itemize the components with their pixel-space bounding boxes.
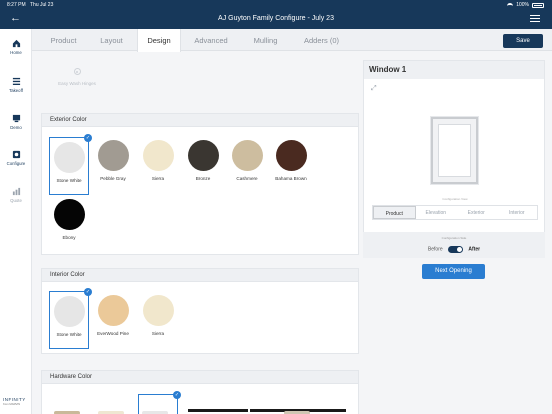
check-icon: ✓ [173,391,181,399]
view-tab-interior[interactable]: Interior [497,206,538,219]
tab-adders[interactable]: Adders (0) [294,29,349,51]
nav-label-takeoff: Takeoff [9,88,23,93]
view-tab-product[interactable]: Product [373,206,416,219]
left-nav: Home Takeoff Demo Configure Quote INFINI… [0,29,32,414]
exterior-swatch-bahama-brown[interactable]: Bahama Brown [271,140,311,181]
view-tab-elevation[interactable]: Elevation [416,206,457,219]
color-dot [142,140,174,171]
tab-bar: Product Layout Design Advanced Mulling A… [32,29,552,52]
status-battery: 100% [507,2,544,8]
section-title: Interior Color [42,269,358,282]
window-preview-panel: Window 1 ⤢ Configuration View Product El… [363,60,545,258]
exterior-swatch-sierra[interactable]: Sierra [138,140,178,181]
after-label: After [468,246,481,253]
section-title: Exterior Color [42,114,358,127]
hardware-color-section: Hardware Color ✓ [41,370,359,414]
hardware-swatch-strip [54,409,354,414]
next-opening-button[interactable]: Next Opening [422,264,485,279]
nav-item-configure[interactable]: Configure [0,150,32,166]
status-bar: 8:27 PM Thu Jul 23 100% [0,2,552,12]
exterior-swatch-ebony[interactable]: Ebony [49,199,89,240]
radio-icon [73,68,81,75]
nav-item-quote[interactable]: Quote [0,187,32,203]
color-dot [142,295,174,326]
nav-item-home[interactable]: Home [0,39,32,55]
status-date: Thu Jul 23 [30,2,54,8]
configuration-side-label: Configuration Side [441,236,467,240]
window-glass [438,124,471,177]
tab-mulling[interactable]: Mulling [243,29,288,51]
tab-advanced[interactable]: Advanced [185,29,237,51]
window-title: Window 1 [364,61,544,79]
interior-color-section: Interior Color Stone White ✓ EverWood Pi… [41,268,359,354]
battery-icon [532,2,544,8]
nav-label-configure: Configure [6,161,26,166]
exterior-swatch-bronze[interactable]: Bronze [183,140,223,181]
top-bar: 8:27 PM Thu Jul 23 100% ← AJ Guyton Fami… [0,0,552,29]
color-dot [97,140,129,171]
configure-icon [12,150,20,159]
menu-icon[interactable] [530,15,540,24]
save-button[interactable]: Save [503,34,543,48]
brand-logo: INFINITY from MARVIN [3,397,26,406]
quote-icon [12,187,20,196]
before-after-toggle[interactable] [448,246,464,253]
status-time: 8:27 PM [7,2,26,8]
interior-swatch-stone-white[interactable]: Stone White ✓ [49,288,92,349]
home-icon [12,39,20,48]
before-after-row: Before After [363,246,545,253]
nav-label-home: Home [10,50,22,55]
color-dot [53,199,85,230]
easy-wash-label: Easy Wash Hinges [58,81,96,86]
view-tabs: Product Elevation Exterior Interior [372,205,538,220]
easy-wash-option[interactable]: Easy Wash Hinges [48,68,106,86]
list-icon [12,77,20,86]
color-dot [53,296,85,327]
exterior-swatch-pebble-gray[interactable]: Pebble Gray [93,140,133,181]
tab-layout[interactable]: Layout [89,29,134,51]
tab-design[interactable]: Design [137,29,181,52]
nav-label-quote: Quote [10,198,22,203]
page-title: AJ Guyton Family Configure - July 23 [218,15,334,22]
view-tab-exterior[interactable]: Exterior [456,206,497,219]
nav-label-demo: Demo [10,125,22,130]
interior-swatch-everwood-pine[interactable]: EverWood Pine [93,295,133,336]
section-title: Hardware Color [42,371,358,384]
color-dot [53,142,85,173]
check-icon: ✓ [84,134,92,142]
configuration-side-bar: Configuration Side Before After [363,232,545,258]
color-dot [97,295,129,326]
demo-icon [12,114,20,123]
wifi-icon [507,2,514,8]
check-icon: ✓ [84,288,92,296]
before-label: Before [427,246,443,253]
color-dot [231,140,263,171]
color-dot [275,140,307,171]
configuration-view-label: Configuration View [442,197,468,201]
window-preview-image [431,117,478,184]
exterior-color-section: Exterior Color Stone White ✓ Pebble Gray… [41,113,359,255]
nav-item-takeoff[interactable]: Takeoff [0,77,32,93]
tab-product[interactable]: Product [40,29,87,51]
interior-swatch-sierra[interactable]: Sierra [138,295,178,336]
battery-percent: 100% [516,2,529,8]
exterior-swatch-cashmere[interactable]: Cashmere [227,140,267,181]
exterior-swatch-stone-white[interactable]: Stone White ✓ [49,134,92,195]
nav-item-demo[interactable]: Demo [0,114,32,130]
expand-icon[interactable]: ⤢ [371,85,377,93]
color-dot [187,140,219,171]
